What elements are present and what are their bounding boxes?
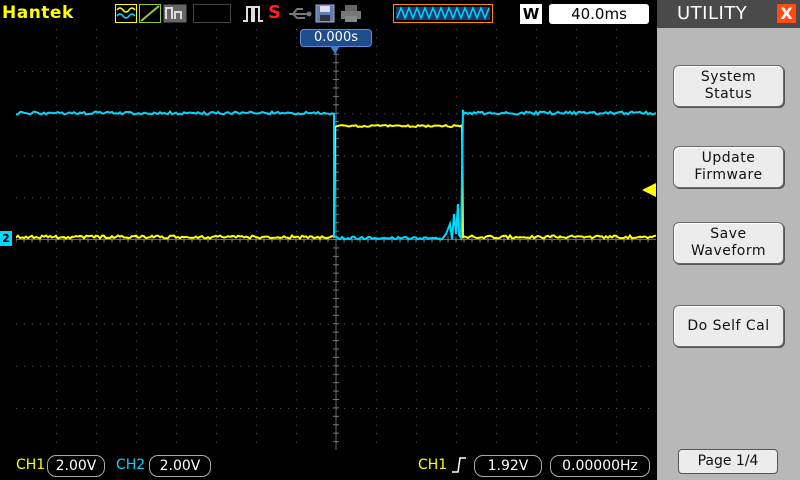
menu-header: UTILITY X — [657, 0, 800, 28]
ch1-scale[interactable]: 2.00V — [47, 455, 105, 477]
update-firmware-button[interactable]: Update Firmware — [673, 146, 784, 188]
channel-status-bar: CH1 2.00V CH2 2.00V CH1 1.92V 0.00000Hz — [0, 451, 656, 480]
menu-page-indicator[interactable]: Page 1/4 — [678, 449, 778, 474]
ch1-label[interactable]: CH1 — [16, 457, 45, 473]
self-cal-button[interactable]: Do Self Cal — [673, 305, 784, 347]
acquire-mode-icon — [115, 4, 137, 23]
ch2-ground-marker[interactable]: 2 — [0, 231, 12, 246]
graticule-grid — [16, 29, 656, 450]
button-label-line1: Update — [702, 150, 756, 166]
ch2-scale[interactable]: 2.00V — [149, 455, 211, 477]
system-status-button[interactable]: System Status — [673, 65, 784, 107]
utility-menu: UTILITY X System Status Update Firmware Sa… — [657, 0, 800, 480]
button-label: Do Self Cal — [687, 318, 769, 335]
trigger-position-readout[interactable]: 0.000s — [300, 29, 372, 47]
waveform-display — [16, 29, 656, 450]
close-icon[interactable]: X — [777, 4, 796, 23]
trigger-source-label[interactable]: CH1 — [418, 457, 447, 473]
button-label-line1: System — [701, 69, 756, 85]
save-waveform-button[interactable]: Save Waveform — [673, 222, 784, 264]
rising-edge-icon — [451, 456, 467, 474]
button-label-line2: Status — [705, 86, 753, 102]
status-slot-empty — [193, 4, 231, 23]
ch2-label[interactable]: CH2 — [116, 457, 145, 473]
timebase-readout: 40.0ms — [549, 4, 649, 24]
usb-icon — [287, 4, 313, 23]
printer-icon — [340, 4, 362, 23]
memory-overview-icon — [393, 4, 493, 23]
top-status-bar: Hantek S W 40.0ms — [0, 0, 656, 28]
graticule-and-traces — [16, 29, 656, 450]
menu-title: UTILITY — [677, 3, 747, 24]
trigger-level-marker[interactable] — [642, 183, 656, 197]
display-mode-icon — [163, 4, 187, 23]
brand-logo: Hantek — [2, 3, 74, 23]
pulse-trigger-icon — [242, 4, 264, 23]
ramp-icon — [139, 4, 161, 23]
button-label-line2: Firmware — [694, 167, 762, 183]
trigger-level-readout[interactable]: 1.92V — [474, 455, 542, 477]
button-label-line1: Save — [710, 226, 746, 242]
run-state-indicator: S — [268, 2, 281, 23]
save-disk-icon — [315, 4, 335, 23]
timebase-mode-indicator: W — [520, 4, 542, 24]
trigger-position-marker-icon — [330, 46, 340, 54]
button-label-line2: Waveform — [691, 243, 766, 259]
frequency-readout: 0.00000Hz — [550, 455, 650, 477]
